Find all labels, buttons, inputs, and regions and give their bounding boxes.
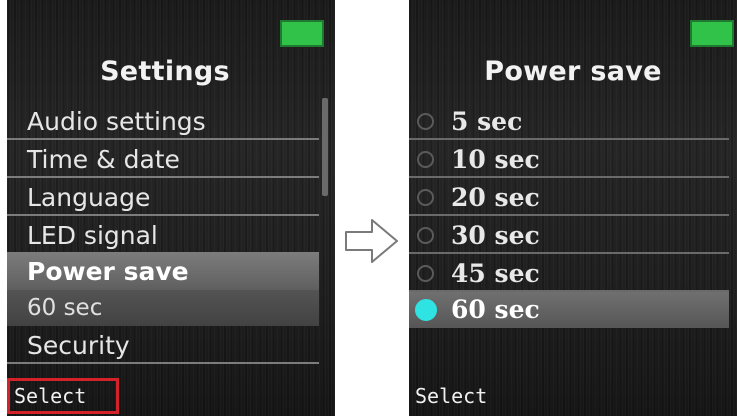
option-45-sec[interactable]: 45 sec [409,256,729,292]
page-title: Settings [100,56,230,87]
menu-item-label: Security [27,331,130,360]
page-title: Power save [484,56,662,87]
battery-icon [280,20,324,47]
radio-button-selected-icon [415,299,437,321]
arrow-right-icon [345,219,398,263]
menu-item-audio-settings[interactable]: Audio settings [7,104,319,140]
menu-item-label: Power save [27,257,189,286]
radio-button-icon [417,265,434,282]
menu-item-power-save[interactable]: Power save [7,254,319,290]
option-5-sec[interactable]: 5 sec [409,104,729,140]
menu-item-label: Language [27,183,151,212]
menu-item-label: Audio settings [27,107,206,136]
menu-item-label: LED signal [27,221,158,250]
current-value-text: 60 sec [27,295,103,321]
settings-screen: Settings Audio settings Time & date Lang… [7,0,335,416]
option-label: 30 sec [451,221,540,250]
radio-button-icon [417,151,434,168]
power-save-screen: Power save 5 sec 10 sec 20 sec 30 sec 45… [409,0,737,416]
radio-button-icon [417,113,434,130]
option-60-sec[interactable]: 60 sec [409,292,729,328]
menu-item-security[interactable]: Security [7,328,319,364]
option-20-sec[interactable]: 20 sec [409,180,729,216]
menu-item-label: Time & date [27,145,180,174]
menu-item-led-signal[interactable]: LED signal [7,218,319,254]
menu-item-language[interactable]: Language [7,180,319,216]
option-10-sec[interactable]: 10 sec [409,142,729,178]
option-label: 5 sec [451,107,523,136]
menu-item-time-date[interactable]: Time & date [7,142,319,178]
radio-button-icon [417,227,434,244]
option-label: 45 sec [451,259,540,288]
option-label: 20 sec [451,183,540,212]
option-30-sec[interactable]: 30 sec [409,218,729,254]
option-label: 10 sec [451,145,540,174]
select-softkey-button[interactable]: Select [409,378,493,414]
radio-button-icon [417,189,434,206]
scrollbar[interactable] [322,98,328,196]
menu-item-current-value: 60 sec [7,290,319,326]
battery-icon [690,20,734,47]
select-softkey-button[interactable]: Select [7,378,119,414]
option-label: 60 sec [451,295,540,324]
